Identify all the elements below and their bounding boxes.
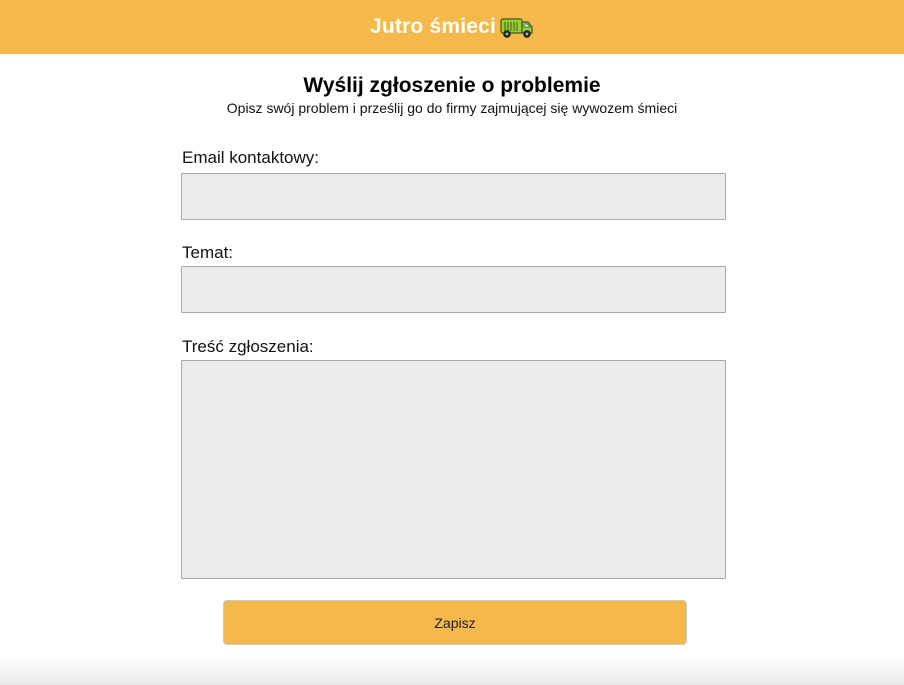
app-title: Jutro śmieci: [369, 15, 497, 38]
subject-label: Temat:: [182, 243, 234, 262]
bottom-shadow: [0, 655, 904, 685]
message-label: Treść zgłoszenia:: [182, 337, 314, 356]
page-subtitle: Opisz swój problem i prześlij go do firm…: [226, 100, 678, 116]
email-field[interactable]: [181, 173, 726, 220]
message-textarea[interactable]: [181, 360, 726, 579]
save-button[interactable]: Zapisz: [223, 600, 687, 645]
page-title: Wyślij zgłoszenie o problemie: [303, 74, 601, 97]
email-label: Email kontaktowy:: [182, 148, 319, 167]
garbage-truck-icon: [500, 14, 534, 40]
subject-field[interactable]: [181, 266, 726, 313]
app-header: Jutro śmieci: [0, 0, 904, 54]
